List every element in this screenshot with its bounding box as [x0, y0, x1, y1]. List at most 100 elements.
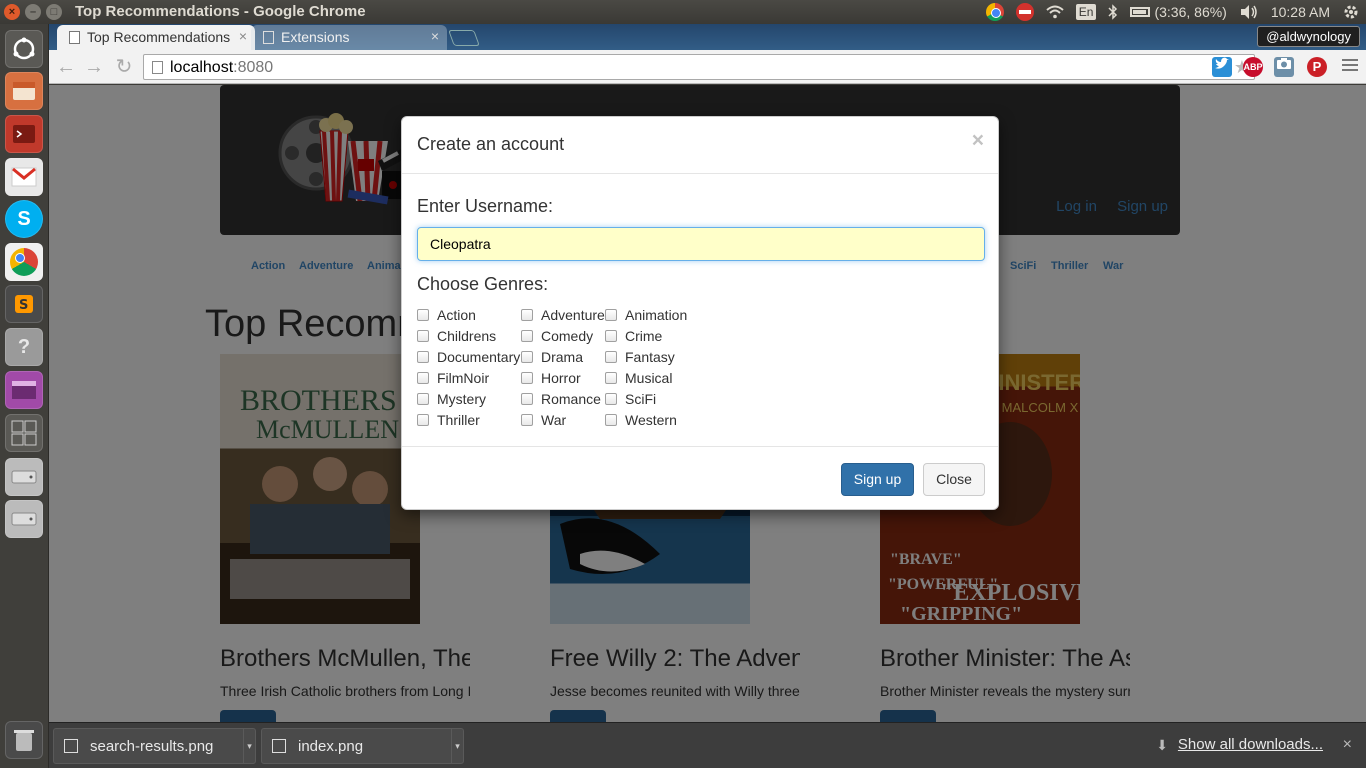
skype-icon[interactable]: S: [5, 200, 43, 238]
checkbox[interactable]: [417, 330, 429, 342]
checkbox[interactable]: [521, 414, 533, 426]
checkbox[interactable]: [417, 309, 429, 321]
tab-top-recommendations[interactable]: Top Recommendations ×: [57, 25, 255, 50]
create-account-modal: Create an account × Enter Username: Choo…: [401, 116, 999, 510]
checkbox[interactable]: [605, 351, 617, 363]
chrome-tray-icon[interactable]: [985, 3, 1004, 21]
checkbox[interactable]: [521, 393, 533, 405]
checkbox[interactable]: [605, 393, 617, 405]
show-all-downloads-link[interactable]: Show all downloads...: [1178, 736, 1323, 753]
file-icon: [272, 739, 286, 753]
chrome-launcher-icon[interactable]: [5, 243, 43, 281]
camera-icon[interactable]: [1274, 57, 1294, 77]
checkbox[interactable]: [521, 351, 533, 363]
checkbox[interactable]: [521, 372, 533, 384]
bluetooth-icon[interactable]: [1108, 4, 1118, 20]
genre-label: Horror: [541, 370, 581, 386]
checkbox[interactable]: [605, 309, 617, 321]
clock[interactable]: 10:28 AM: [1271, 4, 1330, 20]
modal-header: Create an account ×: [402, 117, 998, 174]
checkbox[interactable]: [417, 414, 429, 426]
download-filename: index.png: [298, 738, 364, 755]
window-maximize-button[interactable]: □: [46, 4, 62, 20]
system-tray: En (3:36, 86%) 10:28 AM: [980, 0, 1366, 24]
back-button[interactable]: ←: [55, 56, 77, 78]
reload-button[interactable]: ↻: [113, 56, 135, 78]
genre-label: Action: [437, 307, 476, 323]
close-button[interactable]: Close: [923, 463, 985, 496]
genre-label: Western: [625, 412, 677, 428]
genre-label: Musical: [625, 370, 673, 386]
signup-button[interactable]: Sign up: [841, 463, 914, 496]
wifi-icon[interactable]: [1046, 5, 1064, 19]
url-text: localhost:8080: [170, 59, 274, 76]
tab-close-icon[interactable]: ×: [239, 28, 247, 44]
trash-icon[interactable]: [5, 721, 43, 759]
settings-gear-icon[interactable]: [1342, 3, 1360, 21]
new-tab-button[interactable]: [448, 30, 480, 46]
page-icon: [152, 61, 163, 74]
workspace-app-icon[interactable]: [5, 371, 43, 409]
modal-close-icon[interactable]: ×: [972, 129, 984, 153]
page-icon: [69, 31, 80, 44]
profile-badge[interactable]: @aldwynology: [1257, 26, 1360, 47]
checkbox[interactable]: [417, 372, 429, 384]
download-menu-button[interactable]: ▾: [451, 729, 463, 763]
volume-icon[interactable]: [1239, 4, 1259, 20]
checkbox[interactable]: [605, 330, 617, 342]
chrome-menu-icon[interactable]: [1342, 56, 1358, 74]
genres-label: Choose Genres:: [417, 274, 549, 294]
puzzle-icon: [263, 31, 274, 44]
twitter-icon[interactable]: [1212, 57, 1232, 77]
drive-icon[interactable]: [5, 458, 43, 496]
genre-label: Crime: [625, 328, 663, 344]
tab-extensions[interactable]: Extensions ×: [251, 25, 447, 50]
genre-label: Drama: [541, 349, 584, 365]
browser-toolbar: ← → ↻ localhost:8080 ≋ ★ ABP P: [49, 50, 1366, 84]
checkbox[interactable]: [417, 393, 429, 405]
checkbox[interactable]: [521, 330, 533, 342]
system-top-panel: × – □ Top Recommendations - Google Chrom…: [0, 0, 1366, 24]
drive-icon[interactable]: [5, 500, 43, 538]
forward-button[interactable]: →: [83, 56, 105, 78]
downloads-close-icon[interactable]: ×: [1343, 736, 1352, 754]
download-item[interactable]: index.png ▾: [261, 728, 464, 764]
adblock-icon[interactable]: ABP: [1243, 57, 1263, 77]
checkbox[interactable]: [521, 309, 533, 321]
download-arrow-icon: ⬇: [1156, 737, 1168, 753]
dash-home-icon[interactable]: [5, 30, 43, 68]
gmail-icon[interactable]: [5, 158, 43, 196]
workspace-switcher-icon[interactable]: [5, 414, 43, 452]
genre-label: War: [541, 412, 567, 428]
genre-label: Mystery: [437, 391, 486, 407]
window-close-button[interactable]: ×: [4, 4, 20, 20]
genre-label: Thriller: [437, 412, 480, 428]
modal-title: Create an account: [417, 134, 565, 154]
genre-label: Romance: [541, 391, 601, 407]
checkbox[interactable]: [605, 414, 617, 426]
terminal-app-icon[interactable]: [5, 115, 43, 153]
checkbox[interactable]: [417, 351, 429, 363]
tab-strip: Top Recommendations × Extensions × @aldw…: [49, 24, 1366, 50]
username-input[interactable]: [417, 227, 985, 261]
download-item[interactable]: search-results.png ▾: [53, 728, 256, 764]
window-title: Top Recommendations - Google Chrome: [75, 3, 366, 20]
genre-label: Fantasy: [625, 349, 675, 365]
help-icon[interactable]: ?: [5, 328, 43, 366]
stop-tray-icon[interactable]: [1015, 3, 1034, 21]
window-minimize-button[interactable]: –: [25, 4, 41, 20]
tab-close-icon[interactable]: ×: [431, 28, 439, 44]
genre-label: Documentary: [437, 349, 521, 365]
download-menu-button[interactable]: ▾: [243, 729, 255, 763]
checkbox[interactable]: [605, 372, 617, 384]
sublime-text-icon[interactable]: S: [5, 285, 43, 323]
file-manager-icon[interactable]: [5, 72, 43, 110]
genre-label: Comedy: [541, 328, 594, 344]
pinterest-icon[interactable]: P: [1307, 57, 1327, 77]
genre-label: Animation: [625, 307, 688, 323]
address-bar[interactable]: localhost:8080 ≋ ★: [143, 54, 1255, 80]
keyboard-layout-indicator[interactable]: En: [1075, 4, 1097, 20]
battery-indicator[interactable]: (3:36, 86%): [1130, 4, 1227, 20]
genre-label: FilmNoir: [437, 370, 490, 386]
modal-footer: Sign up Close: [402, 446, 998, 510]
